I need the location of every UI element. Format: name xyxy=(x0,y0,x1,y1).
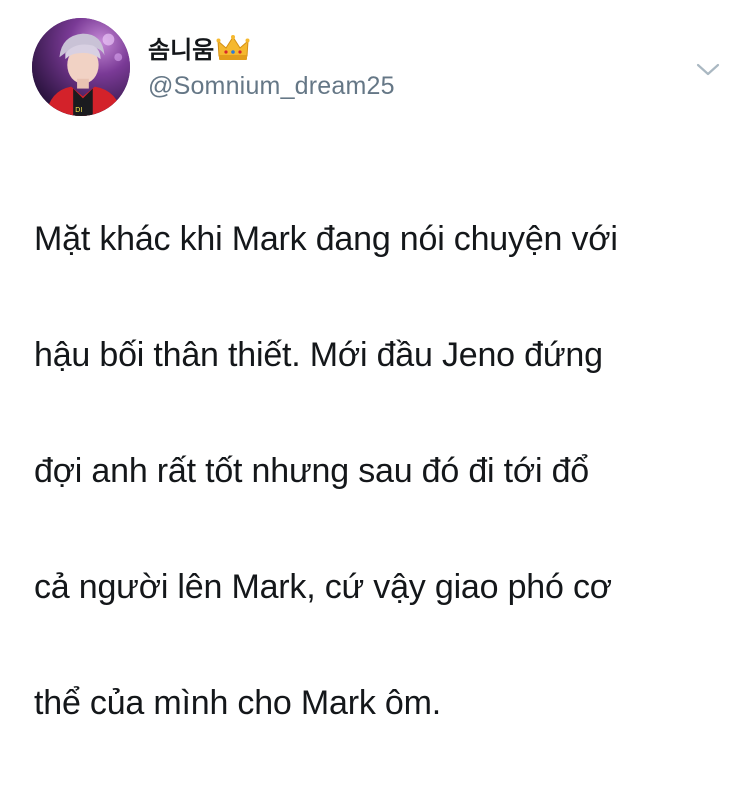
tweet-text-line: thể của mình cho Mark ôm. xyxy=(34,684,441,722)
user-handle[interactable]: @Somnium_dream25 xyxy=(148,72,395,101)
svg-text:DI: DI xyxy=(75,106,82,114)
avatar-image: DI xyxy=(32,18,130,116)
crown-icon xyxy=(216,34,250,62)
tweet-text: Mặt khác khi Mark đang nói chuyện với hậ… xyxy=(34,152,734,790)
tweet-text-line: đợi anh rất tốt nhưng sau đó đi tới đổ xyxy=(34,452,589,490)
display-name-text: 솜니움 xyxy=(148,37,215,64)
avatar[interactable]: DI xyxy=(32,18,130,116)
tweet-card: DI 솜니움 @Somnium_dream25 Mặt khác khi Mar… xyxy=(0,0,750,722)
tweet-text-line: Mặt khác khi Mark đang nói chuyện với xyxy=(34,220,618,258)
chevron-down-icon[interactable] xyxy=(694,58,722,80)
tweet-text-line: hậu bối thân thiết. Mới đầu Jeno đứng xyxy=(34,336,603,374)
display-name[interactable]: 솜니움 xyxy=(148,30,250,65)
tweet-text-line: cả người lên Mark, cứ vậy giao phó cơ xyxy=(34,568,612,606)
